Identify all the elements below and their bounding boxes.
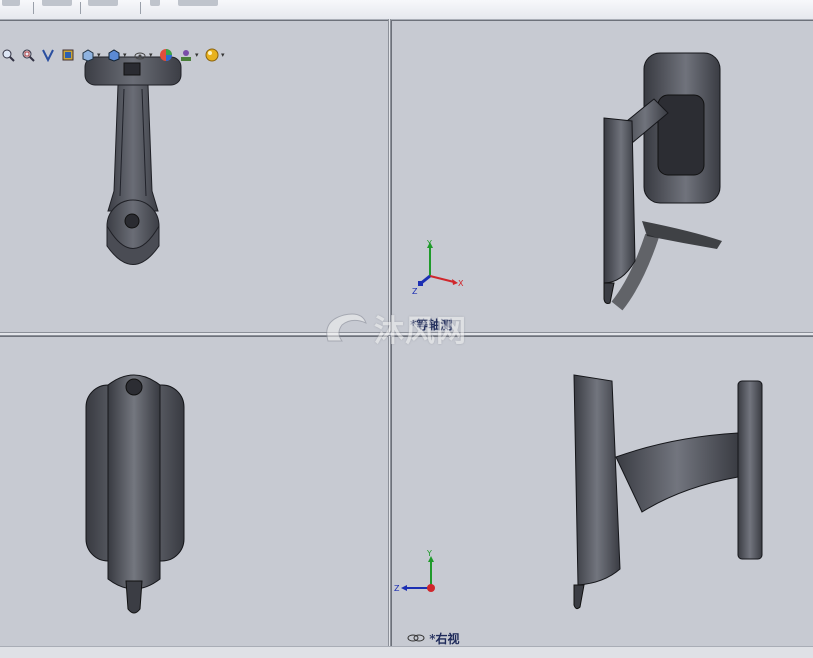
zoom-to-fit-icon[interactable] <box>0 47 16 63</box>
axis-z-label: Z <box>394 584 400 593</box>
command-manager-strip <box>0 0 813 20</box>
toolbar-tab-stub[interactable] <box>150 0 160 6</box>
zoom-to-area-icon[interactable] <box>20 47 36 63</box>
viewport-front[interactable] <box>0 336 390 647</box>
section-view-icon[interactable] <box>60 47 76 63</box>
view-settings-icon[interactable] <box>204 47 220 63</box>
hide-show-items-icon[interactable] <box>132 47 148 63</box>
watermark-logo-icon <box>326 313 367 342</box>
display-style-icon[interactable] <box>106 47 122 63</box>
view-orientation-icon[interactable] <box>80 47 96 63</box>
axis-z-label: Z <box>412 287 418 296</box>
toolbar-separator <box>80 2 81 14</box>
chevron-down-icon[interactable]: ▾ <box>221 51 226 59</box>
chevron-down-icon[interactable]: ▾ <box>97 51 102 59</box>
viewport-top[interactable]: ▾ ▾ ▾ ▾ ▾ <box>0 20 390 334</box>
watermark-text: 沐风网 <box>374 314 467 349</box>
status-bar <box>0 646 813 658</box>
toolbar-tab-stub[interactable] <box>42 0 72 6</box>
menu-stub[interactable] <box>2 0 20 6</box>
toolbar-separator <box>140 2 141 14</box>
edit-appearance-icon[interactable] <box>158 47 174 63</box>
toolbar-separator <box>33 2 34 14</box>
apply-scene-icon[interactable] <box>178 47 194 63</box>
toolbar-tab-stub[interactable] <box>88 0 118 6</box>
model-top-view <box>84 56 182 265</box>
model-front-view <box>85 374 185 614</box>
axis-y-label: Y <box>426 239 432 248</box>
watermark: 沐风网 <box>322 306 467 350</box>
link-views-icon[interactable] <box>407 633 425 643</box>
previous-view-icon[interactable] <box>40 47 56 63</box>
orientation-triad-right: Y Z <box>394 549 435 593</box>
axis-y-label: Y <box>426 549 432 558</box>
toolbar-tab-stub[interactable] <box>178 0 218 6</box>
chevron-down-icon[interactable]: ▾ <box>195 51 200 59</box>
chevron-down-icon[interactable]: ▾ <box>123 51 128 59</box>
heads-up-toolbar: ▾ ▾ ▾ ▾ ▾ <box>0 45 226 65</box>
view-label-right: *右视 <box>407 630 459 647</box>
viewport-right[interactable] <box>391 336 813 647</box>
axis-x-label: X <box>458 279 464 288</box>
orientation-triad-iso: Y X Z <box>412 239 464 296</box>
view-label-text: *右视 <box>429 632 460 646</box>
chevron-down-icon[interactable]: ▾ <box>149 51 154 59</box>
model-right-view <box>573 374 763 610</box>
